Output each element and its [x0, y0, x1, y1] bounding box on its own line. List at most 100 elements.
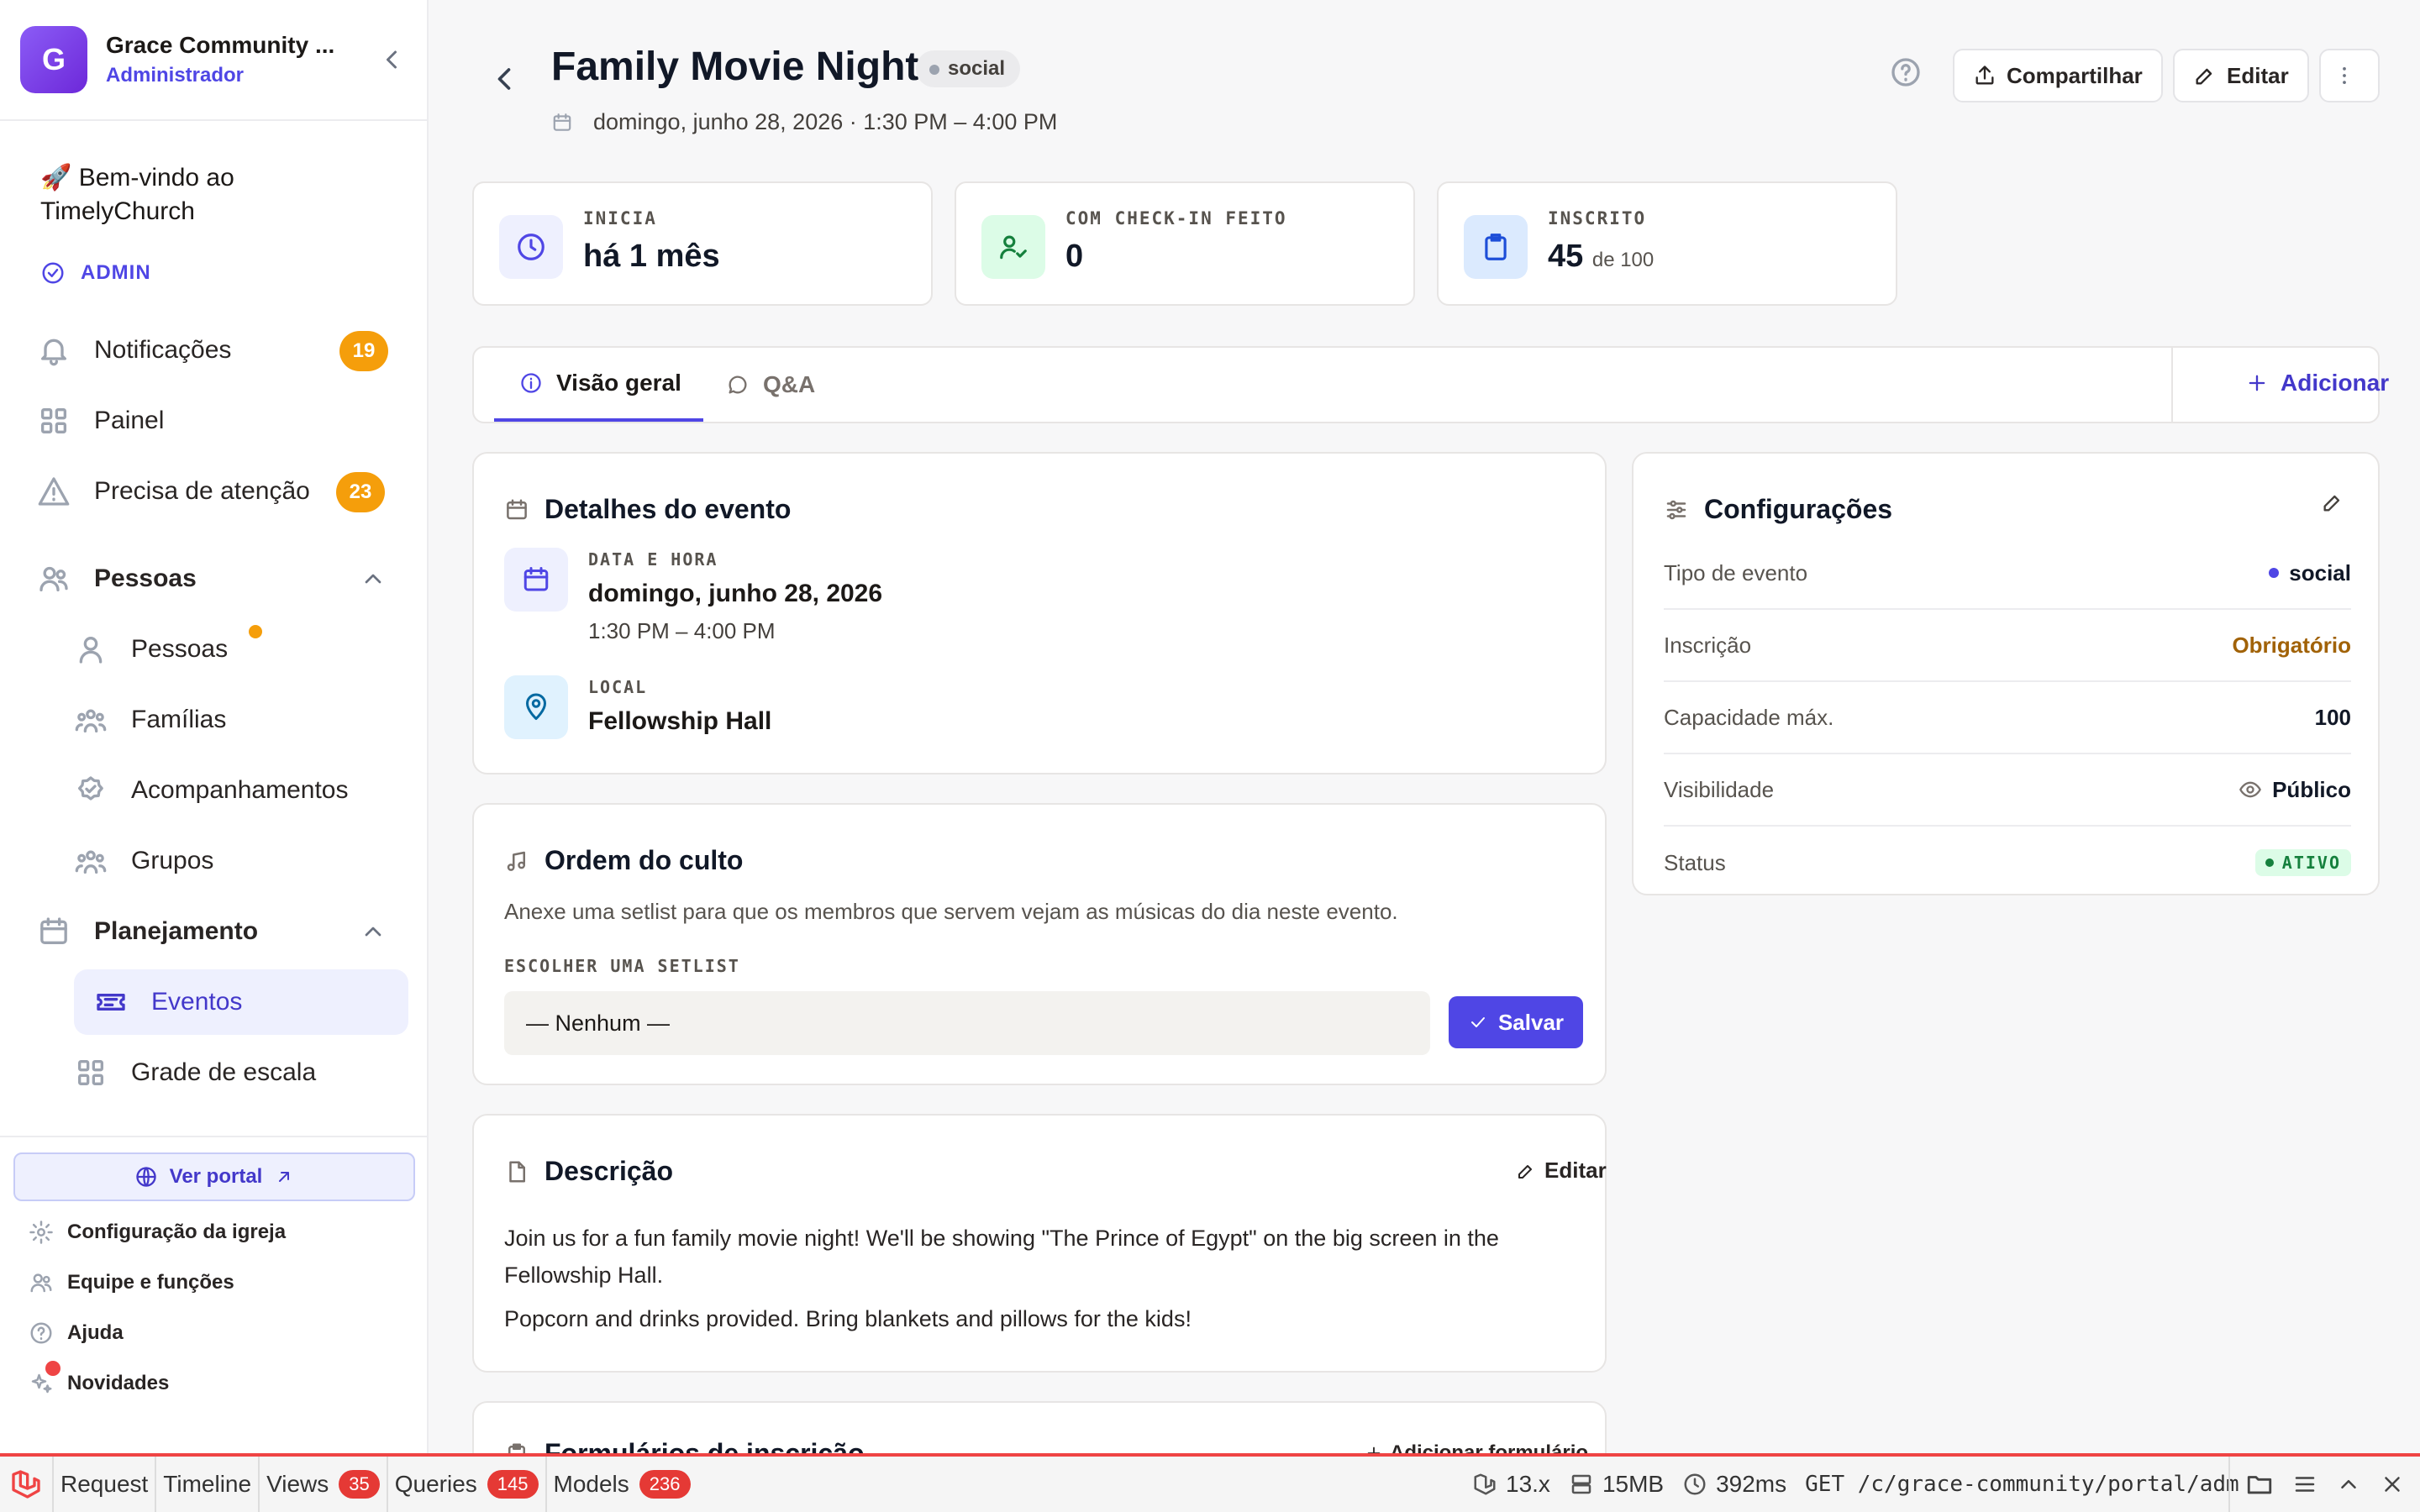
help-icon[interactable] [1889, 55, 1923, 89]
users-icon [39, 566, 68, 591]
debug-tab-label: Models [553, 1471, 629, 1497]
datetime-text: domingo, junho 28, 2026 · 1:30 PM – 4:00… [593, 109, 1058, 134]
debug-tab-timeline[interactable]: Timeline [156, 1457, 260, 1512]
settings-sliders-icon[interactable] [2292, 1472, 2317, 1497]
share-button[interactable]: Compartilhar [1953, 49, 2163, 102]
more-options-button[interactable] [2319, 49, 2380, 102]
debug-tab-queries[interactable]: Queries 145 [388, 1457, 547, 1512]
tab-qa[interactable]: Q&A [726, 348, 815, 422]
event-type-dot [2269, 568, 2280, 578]
sidebar-item-events[interactable]: Eventos [74, 969, 408, 1035]
debug-tab-label: Queries [394, 1471, 477, 1497]
memory-metric: 15MB [1569, 1471, 1664, 1498]
save-button[interactable]: Salvar [1449, 996, 1583, 1048]
eye-icon [2239, 781, 2261, 798]
setting-row-event-type: Tipo de evento social [1664, 538, 2351, 610]
tab-overview[interactable]: Visão geral [494, 348, 703, 422]
debug-tab-views[interactable]: Views 35 [260, 1457, 388, 1512]
chevron-up-icon[interactable] [360, 565, 387, 592]
add-form-button[interactable]: Adicionar formulário [1365, 1441, 1588, 1453]
sidebar-item-followups[interactable]: Acompanhamentos [74, 758, 349, 823]
time-text: 392ms [1716, 1471, 1787, 1497]
folder-icon[interactable] [2245, 1470, 2274, 1499]
team-roles-link[interactable]: Equipe e funções [29, 1270, 234, 1295]
sidebar-footer: Ver portal Configuração da igreja Equipe… [0, 1136, 427, 1453]
back-arrow-icon[interactable] [486, 60, 523, 97]
setting-key: Tipo de evento [1664, 559, 1808, 585]
pencil-icon[interactable] [2321, 491, 2344, 514]
rocket-icon: 🚀 [40, 164, 72, 192]
setting-value: Público [2238, 777, 2351, 803]
chevron-up-icon[interactable] [360, 918, 387, 945]
description-card: Descrição Editar Join us for a fun famil… [472, 1114, 1607, 1373]
welcome-link[interactable]: 🚀 Bem-vindo ao TimelyChurch [0, 121, 427, 228]
sidebar-group-planning[interactable]: Planejamento [37, 899, 390, 964]
stat-card-starts: INICIA há 1 mês [472, 181, 933, 306]
chevron-up-icon[interactable] [2336, 1472, 2361, 1497]
event-type-value: social [2289, 559, 2351, 585]
server-icon [1571, 1474, 1591, 1494]
setting-row-capacity: Capacidade máx. 100 [1664, 682, 2351, 754]
document-icon [509, 1161, 525, 1182]
event-type-tag: social [916, 50, 1021, 87]
debug-tab-models[interactable]: Models 236 [547, 1457, 697, 1512]
sidebar-item-dashboard[interactable]: Painel [37, 388, 164, 454]
view-portal-button[interactable]: Ver portal [13, 1152, 415, 1201]
setlist-select[interactable]: — Nenhum — [504, 991, 1430, 1055]
edit-icon [2196, 68, 2212, 85]
org-avatar: G [20, 26, 87, 93]
tab-divider [2171, 348, 2173, 422]
help-link[interactable]: Ajuda [29, 1320, 124, 1346]
setting-row-visibility: Visibilidade Público [1664, 754, 2351, 827]
edit-description-button[interactable]: Editar [1516, 1158, 1607, 1184]
setting-value: Obrigatório [2232, 632, 2351, 658]
sidebar-item-label: Pessoas [131, 635, 229, 663]
card-title: Detalhes do evento [504, 494, 791, 525]
sidebar-item-people[interactable]: Pessoas [74, 617, 228, 682]
users-icon [30, 1273, 52, 1293]
edit-button[interactable]: Editar [2173, 49, 2309, 102]
sidebar-item-schedule[interactable]: Grade de escala [74, 1040, 316, 1105]
pencil-icon [1518, 1164, 1532, 1179]
sidebar-group-label: Pessoas [94, 564, 197, 592]
org-switcher[interactable]: G Grace Community ... Administrador [0, 0, 427, 121]
close-icon[interactable] [2380, 1472, 2405, 1497]
sidebar-item-notifications[interactable]: Notificações [37, 318, 231, 383]
sidebar: G Grace Community ... Administrador 🚀 Be… [0, 0, 429, 1453]
add-button[interactable]: Adicionar [2245, 370, 2389, 396]
card-title-text: Formulários de inscrição [544, 1438, 865, 1453]
visibility-value: Público [2272, 776, 2351, 802]
version-text: 13.x [1506, 1471, 1550, 1497]
debug-metrics: 13.x 15MB 392ms GET /c/grace-community/p… [1454, 1457, 2242, 1512]
church-settings-link[interactable]: Configuração da igreja [29, 1220, 286, 1245]
debug-tab-label: Request [60, 1471, 149, 1497]
registration-forms-card: Formulários de inscrição Adicionar formu… [472, 1401, 1607, 1453]
event-datetime: domingo, junho 28, 2026 · 1:30 PM – 4:00… [551, 109, 1057, 135]
collapse-sidebar-icon[interactable] [376, 45, 407, 75]
grid-icon [78, 1060, 104, 1085]
chat-icon [729, 375, 747, 394]
gear-icon [29, 1221, 53, 1244]
setting-key: Capacidade máx. [1664, 704, 1834, 730]
user-role: Administrador [106, 64, 245, 87]
registered-count: 45 [1548, 239, 1584, 274]
card-title-text: Descrição [544, 1156, 673, 1186]
laravel-logo-icon[interactable] [0, 1457, 54, 1512]
tab-label: Q&A [763, 371, 816, 397]
setlist-label: ESCOLHER UMA SETLIST [504, 956, 740, 976]
status-value: ATIVO [2281, 853, 2341, 873]
sidebar-item-families[interactable]: Famílias [74, 687, 226, 753]
order-of-service-card: Ordem do culto Anexe uma setlist para qu… [472, 803, 1607, 1085]
stat-label: INICIA [583, 208, 657, 228]
sidebar-group-people[interactable]: Pessoas [37, 546, 390, 612]
setting-value: social [2269, 560, 2351, 586]
setting-value: 100 [2314, 704, 2351, 730]
event-time: 1:30 PM – 4:00 PM [588, 618, 776, 643]
sidebar-item-attention[interactable]: Precisa de atenção [37, 459, 310, 524]
debug-tab-request[interactable]: Request [54, 1457, 157, 1512]
warning-icon [38, 477, 70, 506]
time-metric: 392ms [1682, 1471, 1786, 1498]
user-check-icon [981, 215, 1045, 279]
request-route[interactable]: GET /c/grace-community/portal/adm... [1805, 1472, 2242, 1497]
sidebar-item-groups[interactable]: Grupos [74, 828, 213, 894]
